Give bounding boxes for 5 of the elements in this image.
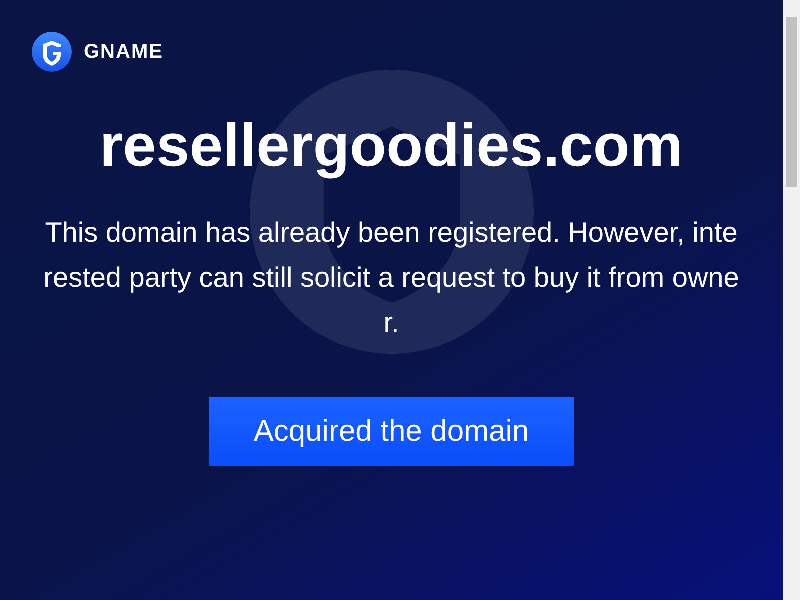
scrollbar[interactable] — [783, 0, 800, 600]
brand-name: GNAME — [84, 40, 164, 64]
domain-message: This domain has already been registered. However, interested party can still solicit a request to buy it from owner. — [42, 216, 740, 340]
acquire-domain-button[interactable]: Acquired the domain — [209, 397, 574, 466]
logo-icon — [32, 32, 72, 72]
